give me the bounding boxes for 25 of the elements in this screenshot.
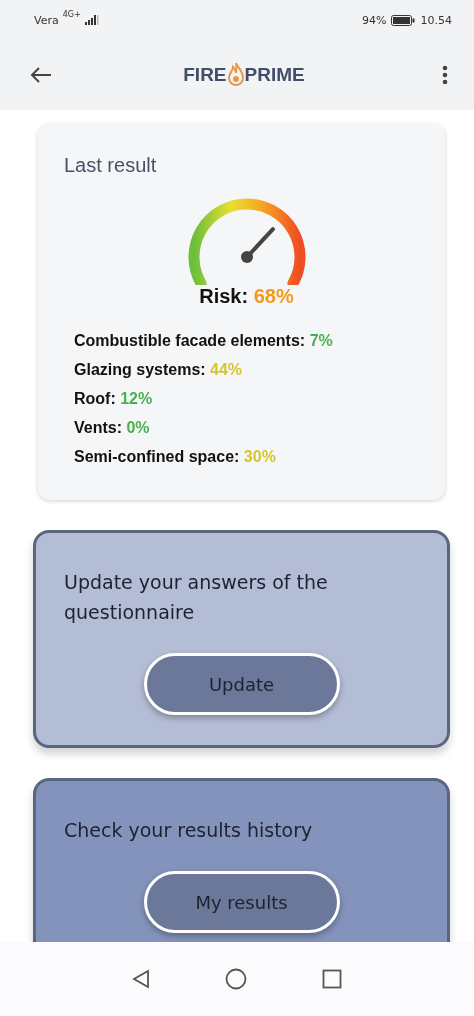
action-button[interactable]: My results: [143, 871, 340, 933]
risk-score: Risk: 68%: [199, 285, 294, 308]
carrier-name: Vera: [34, 13, 59, 27]
back-icon[interactable]: [30, 67, 52, 83]
network-type: 4G+: [62, 10, 81, 19]
risk-factor: Roof: 12%: [74, 390, 154, 408]
logo-text: FIRE: [183, 64, 227, 86]
risk-factor: Glazing systems: 44%: [74, 361, 244, 379]
back-nav-icon[interactable]: [132, 969, 150, 989]
flame-icon: [226, 62, 245, 88]
recents-nav-icon[interactable]: [322, 969, 342, 989]
logo-text: PRIME: [244, 64, 305, 86]
battery-percent: 94%: [362, 13, 387, 27]
more-icon[interactable]: [442, 65, 448, 85]
clock: 10.54: [420, 13, 452, 27]
card-text: Check your results history: [64, 818, 314, 843]
card-title: Last result: [64, 154, 158, 177]
risk-factor: Semi-confined space: 30%: [74, 448, 277, 466]
home-nav-icon[interactable]: [225, 968, 247, 990]
action-button[interactable]: Update: [143, 653, 340, 715]
signal-icon: [84, 15, 99, 25]
battery-icon: [390, 14, 415, 26]
risk-factor: Combustible facade elements: 7%: [74, 332, 334, 350]
card-text: Update your answers of the questionnaire: [64, 570, 329, 625]
risk-factor: Vents: 0%: [74, 419, 151, 437]
